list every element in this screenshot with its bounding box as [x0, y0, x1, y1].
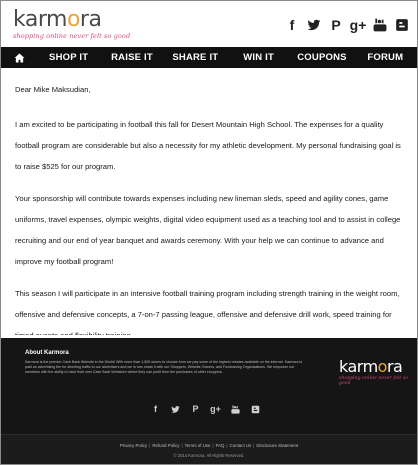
link-contact-us[interactable]: Contact Us [230, 443, 252, 448]
twitter-icon[interactable] [171, 404, 180, 414]
link-refund-policy[interactable]: Refund Policy [152, 443, 179, 448]
twitter-icon[interactable] [307, 17, 321, 33]
letter-paragraph: I am excited to be participating in foot… [15, 120, 401, 171]
letter-paragraph: This season I will participate in an int… [15, 289, 400, 335]
facebook-icon[interactable]: f [285, 17, 299, 33]
footer-links: Privacy Policy | Refund Policy | Terms of Us… [119, 443, 299, 448]
blogger-icon[interactable] [395, 17, 409, 33]
footer-logo[interactable]: karmora shopping online never felt so go… [339, 357, 417, 387]
nav-share-it[interactable]: SHARE IT [164, 47, 227, 68]
copyright: © 2014 Karmora. All Rights Reserved. [173, 453, 245, 458]
link-disclosure-statement[interactable]: Disclosure Statement [256, 443, 298, 448]
header-social-links: f P g+ [285, 17, 409, 33]
footer-bottom-bar: Privacy Policy | Refund Policy | Terms of Us… [1, 435, 417, 464]
google-plus-icon[interactable]: g+ [210, 404, 221, 414]
logo-wordmark: karmora [13, 7, 102, 32]
about-text: Karmora is the premier Cash Back Website… [25, 360, 303, 374]
youtube-icon[interactable] [373, 17, 387, 33]
footer: About Karmora Karmora is the premier Cas… [1, 338, 417, 464]
about-title: About Karmora [25, 350, 69, 356]
facebook-icon[interactable]: f [151, 404, 160, 414]
header: karmora shopping online never felt so go… [1, 1, 417, 47]
footer-logo-wordmark: karmora [339, 357, 403, 376]
link-terms-of-use[interactable]: Terms of Use [185, 443, 211, 448]
nav-home[interactable] [1, 52, 37, 63]
karmora-logo[interactable]: karmora shopping online never felt so go… [13, 7, 131, 41]
google-plus-icon[interactable]: g+ [350, 17, 367, 33]
letter-greeting: Dear Mike Maksudian, [15, 85, 91, 94]
home-icon [14, 52, 24, 63]
youtube-icon[interactable] [231, 404, 240, 414]
nav-coupons[interactable]: COUPONS [290, 47, 353, 68]
blogger-icon[interactable] [251, 404, 260, 414]
nav-raise-it[interactable]: RAISE IT [100, 47, 163, 68]
footer-social-links: f P g+ [151, 404, 260, 414]
logo-tagline: shopping online never felt so good [13, 32, 131, 40]
nav-win-it[interactable]: WIN IT [227, 47, 290, 68]
nav-shop-it[interactable]: SHOP IT [37, 47, 100, 68]
link-privacy-policy[interactable]: Privacy Policy [120, 443, 147, 448]
letter-paragraph: Your sponsorship will contribute towards… [15, 194, 401, 266]
footer-logo-tagline: shopping online never felt so good [339, 376, 409, 386]
letter-body: Dear Mike Maksudian, I am excited to be … [15, 79, 407, 335]
email-frame: karmora shopping online never felt so go… [0, 0, 418, 465]
nav-forum[interactable]: FORUM [354, 47, 417, 68]
main-nav: SHOP IT RAISE IT SHARE IT WIN IT COUPONS… [1, 47, 417, 68]
pinterest-icon[interactable]: P [329, 17, 343, 33]
pinterest-icon[interactable]: P [191, 404, 200, 414]
